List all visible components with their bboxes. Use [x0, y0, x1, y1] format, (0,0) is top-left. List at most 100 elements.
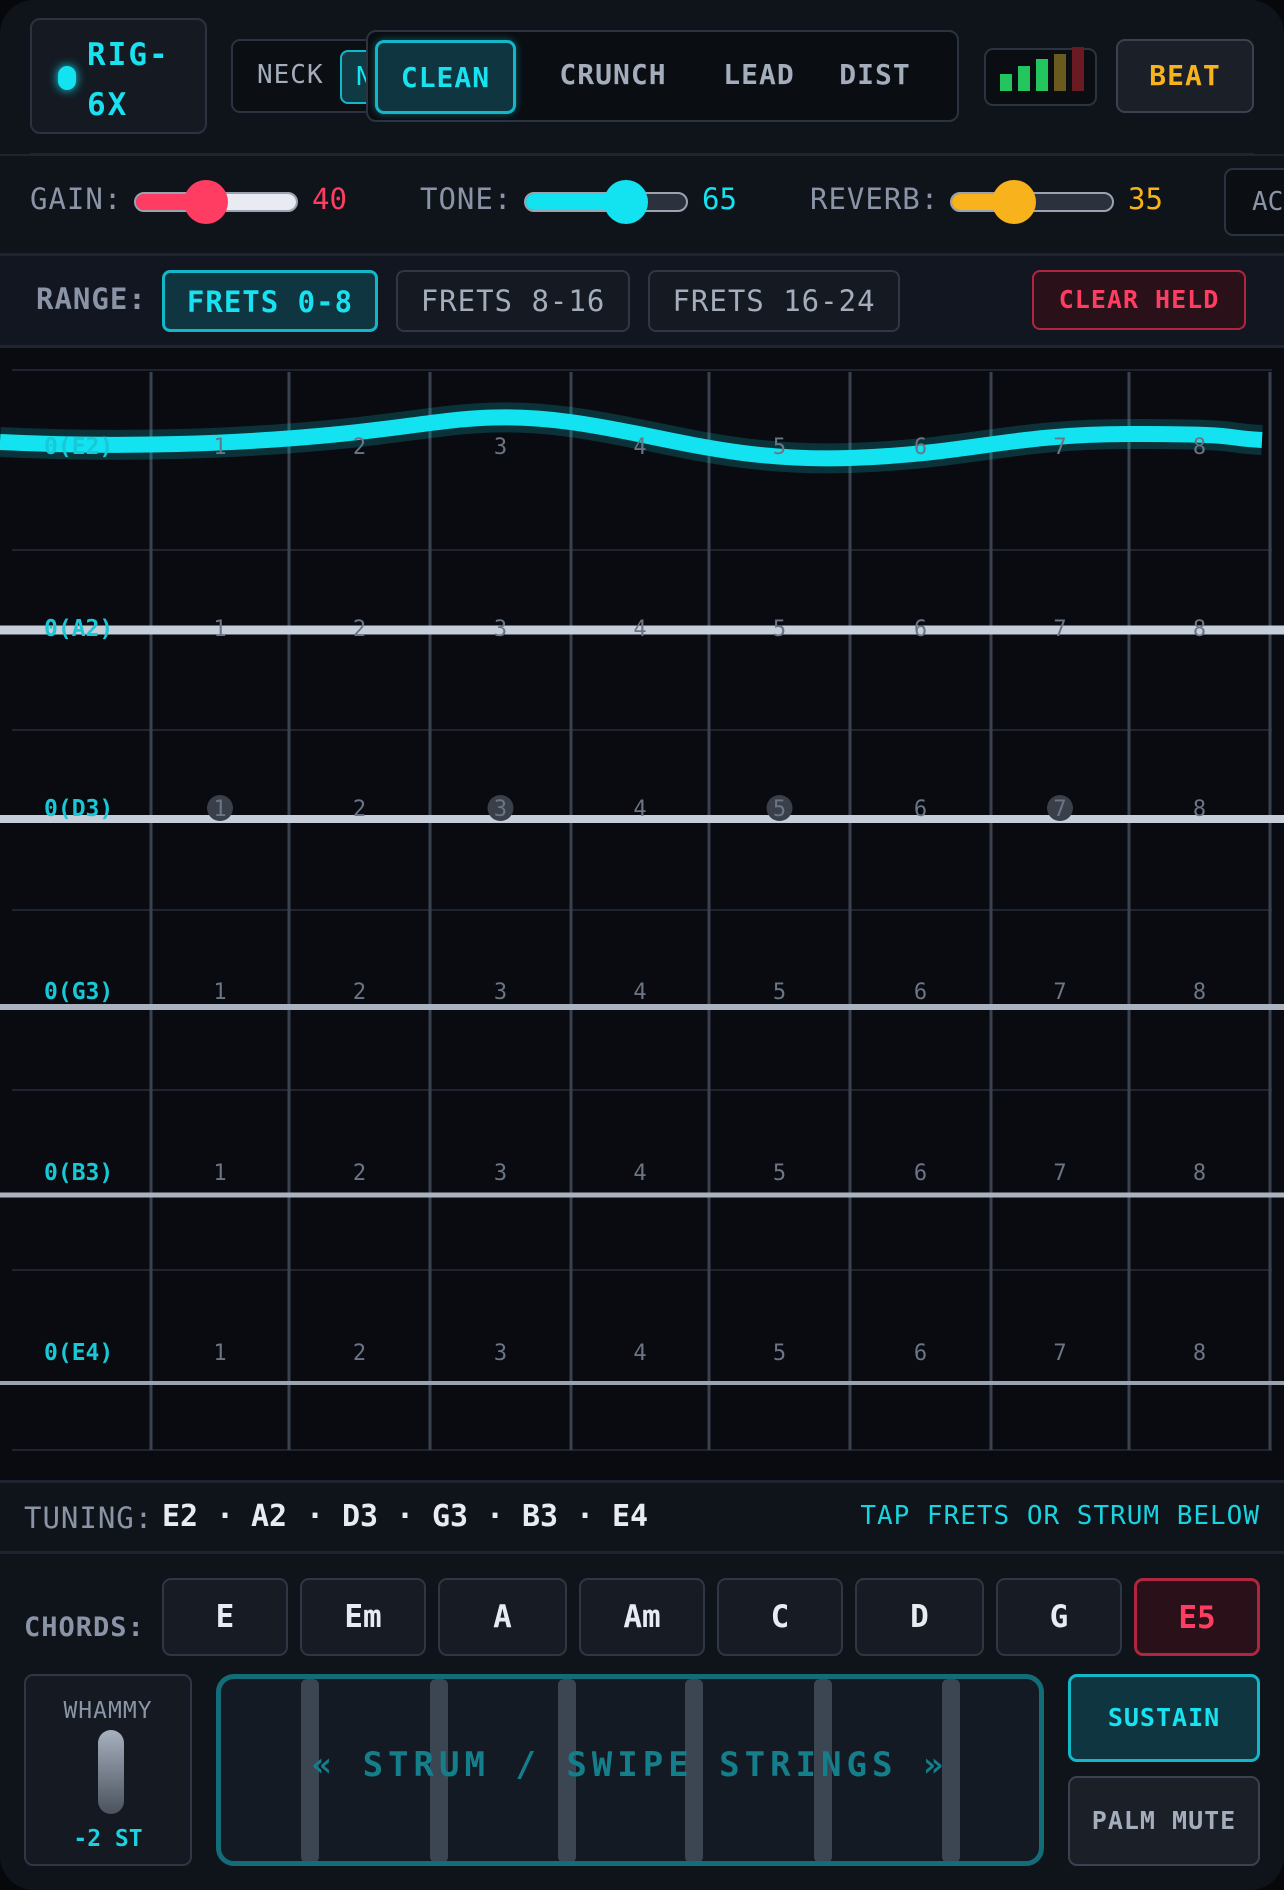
tuning-note: B3 [522, 1499, 559, 1534]
amp-mode-selector: CLEAN CRUNCH LEAD DIST [366, 30, 959, 122]
clear-held-button[interactable]: CLEAR HELD [1032, 270, 1246, 330]
chord-button-c[interactable]: C [717, 1578, 843, 1656]
gain-thumb[interactable] [184, 180, 228, 224]
tuning-label: TUNING: [24, 1501, 154, 1535]
range-frets-0-8[interactable]: FRETS 0-8 [162, 270, 378, 332]
power-led-icon [58, 66, 76, 90]
tuning-separator: · [576, 1499, 595, 1534]
brand-name: RIG-6X [87, 37, 170, 123]
tuning-note: A2 [251, 1499, 288, 1534]
fret-range-bar: RANGE: FRETS 0-8 FRETS 8-16 FRETS 16-24 … [0, 256, 1284, 348]
fret-number: 2 [353, 797, 366, 822]
fret-number: 3 [494, 617, 507, 642]
fret-number: 3 [494, 1341, 507, 1366]
fret-number: 5 [773, 617, 786, 642]
whammy-value: -2 ST [73, 1826, 143, 1852]
chord-button-em[interactable]: Em [300, 1578, 426, 1656]
gain-value: 40 [312, 182, 347, 216]
fret-number: 6 [914, 1341, 927, 1366]
level-bar [1072, 47, 1084, 91]
gain-label: GAIN: [30, 182, 123, 216]
performance-panel: CHORDS: E Em A Am C D G E5 WHAMMY -2 ST … [0, 1554, 1284, 1890]
fret-number: 4 [633, 435, 646, 460]
chord-button-e5[interactable]: E5 [1134, 1578, 1260, 1656]
range-frets-16-24[interactable]: FRETS 16-24 [648, 270, 900, 332]
chord-button-d[interactable]: D [855, 1578, 984, 1656]
tone-slider[interactable] [524, 180, 688, 224]
fret-number: 6 [914, 1161, 927, 1186]
tone-label: TONE: [420, 182, 513, 216]
fret-number: 2 [353, 1161, 366, 1186]
fret-number: 7 [1053, 980, 1066, 1005]
fret-number: 5 [773, 435, 786, 460]
whammy-label: WHAMMY [63, 1698, 153, 1724]
open-string-label: 0(A2) [44, 616, 113, 642]
gain-slider[interactable] [134, 180, 298, 224]
chord-button-e[interactable]: E [162, 1578, 288, 1656]
strum-label: « STRUM / SWIPE STRINGS » [311, 1745, 949, 1785]
open-string-label: 0(D3) [44, 796, 113, 822]
fret-number: 6 [914, 617, 927, 642]
strum-pad[interactable]: « STRUM / SWIPE STRINGS » [216, 1674, 1044, 1866]
pickup-selector[interactable]: NECK N [231, 39, 381, 113]
tuning-note: E4 [612, 1499, 649, 1534]
chord-button-am[interactable]: Am [579, 1578, 705, 1656]
tuning-note: G3 [432, 1499, 469, 1534]
fretboard-svg[interactable]: 0(E2) 1 2 3 4 5 6 7 8 0(A2) 1 2 3 4 5 6 7 8 0(D3) 1 2 3 4 5 6 7 8 0… [0, 348, 1284, 1480]
chords-label: CHORDS: [24, 1612, 145, 1643]
tone-value: 65 [702, 182, 737, 216]
fret-number: 7 [1053, 1341, 1066, 1366]
fret-number: 5 [773, 980, 786, 1005]
fret-number: 1 [213, 435, 226, 460]
fret-number: 1 [213, 1161, 226, 1186]
tuning-note: D3 [342, 1499, 379, 1534]
reverb-thumb[interactable] [992, 180, 1036, 224]
fret-number: 3 [494, 1161, 507, 1186]
fret-number: 8 [1193, 617, 1206, 642]
fret-number: 1 [213, 980, 226, 1005]
fret-number: 4 [633, 797, 646, 822]
fret-number: 8 [1193, 980, 1206, 1005]
fret-number: 2 [353, 1341, 366, 1366]
fret-number: 4 [633, 617, 646, 642]
reverb-slider[interactable] [950, 180, 1114, 224]
fret-number: 6 [914, 435, 927, 460]
tuning-separator: · [306, 1499, 325, 1534]
tuning-note: E2 [162, 1499, 199, 1534]
amp-mode-dist[interactable]: DIST [824, 40, 926, 114]
fret-number: 1 [213, 797, 226, 822]
fret-number: 6 [914, 797, 927, 822]
fret-number: 5 [773, 1341, 786, 1366]
open-string-label: 0(B3) [44, 1160, 113, 1186]
palm-mute-button[interactable]: PALM MUTE [1068, 1776, 1260, 1866]
fret-number: 7 [1053, 1161, 1066, 1186]
level-bar [1018, 66, 1030, 91]
level-bar [1000, 74, 1012, 91]
whammy-lever-icon[interactable] [98, 1730, 124, 1814]
level-bar [1054, 54, 1066, 91]
ac-button[interactable]: AC [1224, 168, 1284, 236]
beat-button[interactable]: BEAT [1116, 39, 1254, 113]
amp-mode-lead[interactable]: LEAD [706, 40, 812, 114]
reverb-label: REVERB: [810, 182, 940, 216]
fret-number: 1 [213, 1341, 226, 1366]
sustain-button[interactable]: SUSTAIN [1068, 1674, 1260, 1762]
tuning-hint: TAP FRETS OR STRUM BELOW [860, 1501, 1260, 1531]
reverb-value: 35 [1128, 182, 1163, 216]
chord-button-g[interactable]: G [996, 1578, 1122, 1656]
amp-mode-crunch[interactable]: CRUNCH [530, 40, 696, 114]
fret-number: 6 [914, 980, 927, 1005]
tuning-bar: TUNING: E2 · A2 · D3 · G3 · B3 · E4 TAP … [0, 1480, 1284, 1554]
fret-number: 8 [1193, 1161, 1206, 1186]
fret-number: 7 [1053, 797, 1066, 822]
tone-thumb[interactable] [604, 180, 648, 224]
amp-mode-clean[interactable]: CLEAN [375, 40, 516, 114]
fret-number: 5 [773, 1161, 786, 1186]
fret-number: 4 [633, 1341, 646, 1366]
fret-number: 2 [353, 617, 366, 642]
whammy-bar[interactable]: WHAMMY -2 ST [24, 1674, 192, 1866]
chord-button-a[interactable]: A [438, 1578, 567, 1656]
range-frets-8-16[interactable]: FRETS 8-16 [396, 270, 630, 332]
fretboard[interactable]: 0(E2) 1 2 3 4 5 6 7 8 0(A2) 1 2 3 4 5 6 7 8 0(D3) 1 2 3 4 5 6 7 8 0… [0, 348, 1284, 1480]
fret-number: 7 [1053, 435, 1066, 460]
